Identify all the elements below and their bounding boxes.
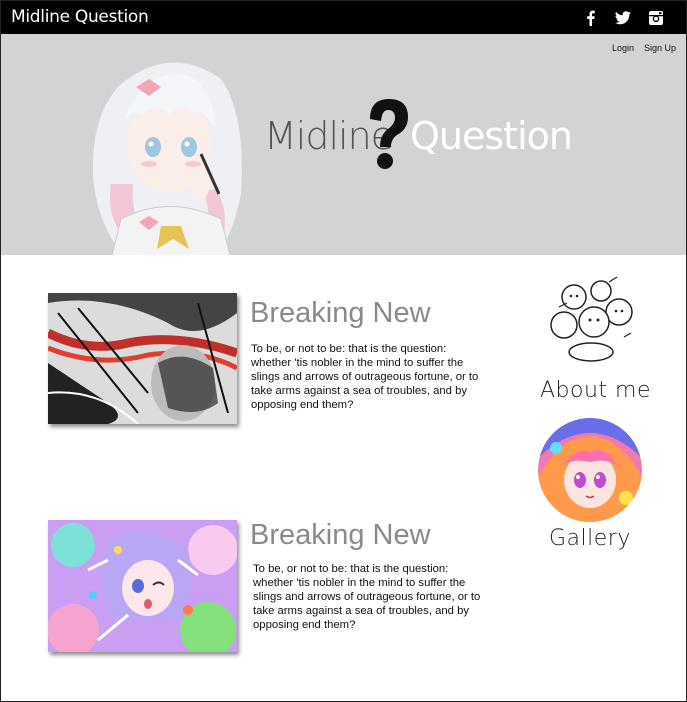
gallery-image[interactable] [538, 418, 642, 522]
anime-girl-illustration [92, 62, 242, 255]
about-me-image[interactable] [539, 267, 643, 371]
about-me-link[interactable]: About me [540, 378, 651, 403]
article-title[interactable]: Breaking New [250, 297, 431, 330]
question-mark-icon [370, 99, 408, 169]
article-excerpt: To be, or not to be: that is the questio… [251, 343, 479, 411]
signup-link[interactable]: Sign Up [644, 43, 676, 53]
twitter-icon[interactable] [614, 9, 632, 27]
article-image[interactable] [48, 293, 237, 424]
article-title[interactable]: Breaking New [250, 519, 431, 552]
site-brand[interactable]: Midline Question [11, 7, 149, 27]
article-image[interactable] [48, 520, 237, 652]
article-excerpt: To be, or not to be: that is the questio… [253, 563, 481, 631]
colorful-anime-image [48, 520, 237, 652]
gallery-link[interactable]: Gallery [549, 526, 631, 551]
top-navbar: Midline Question [1, 1, 686, 34]
colorful-anime-portrait [538, 418, 642, 522]
logo-text-question: Question [410, 114, 573, 158]
abstract-art-image [48, 293, 237, 424]
instagram-icon[interactable] [647, 9, 665, 27]
login-link[interactable]: Login [612, 43, 634, 53]
page-frame: Midline Question Login Sign Up Midline Q… [0, 0, 687, 702]
hero-banner: Login Sign Up Midline Question [1, 34, 686, 255]
facebook-icon[interactable] [582, 9, 600, 27]
doodle-illustration [539, 267, 643, 371]
